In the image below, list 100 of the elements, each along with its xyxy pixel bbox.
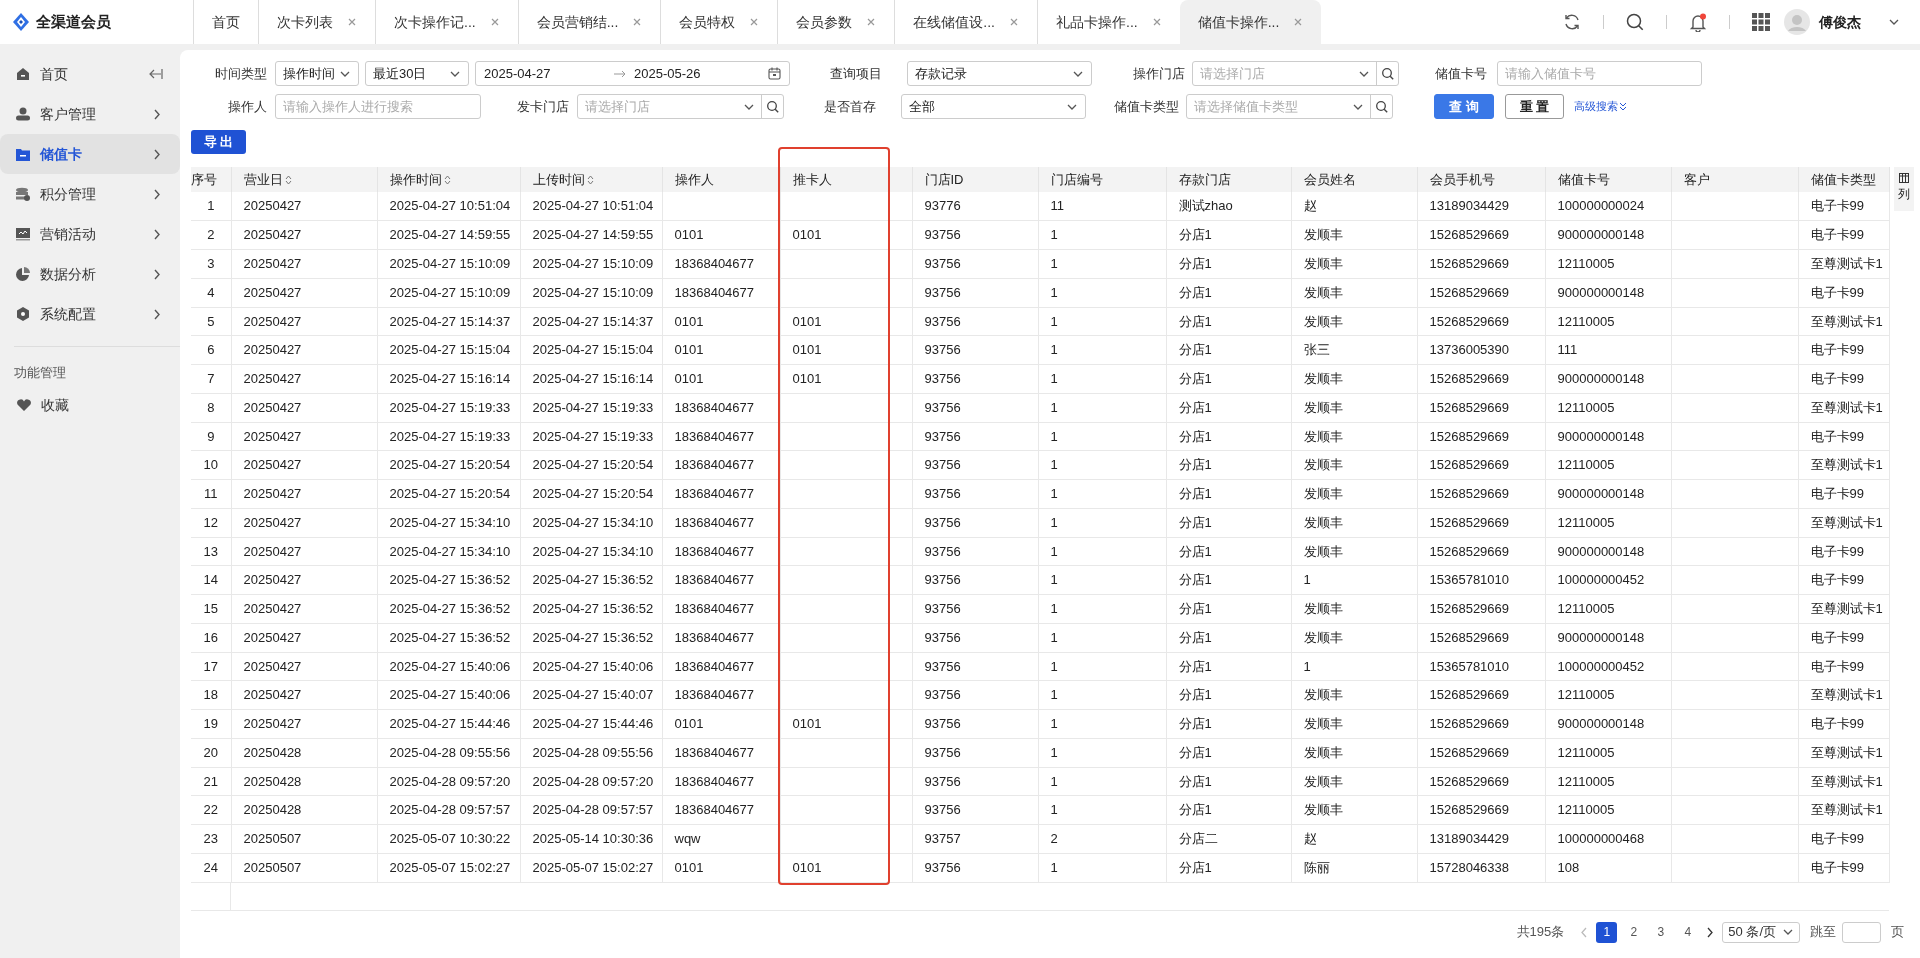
- table-cell: 2025-04-27 15:20:54: [520, 479, 662, 509]
- tab[interactable]: 会员营销结...: [517, 0, 661, 44]
- total-count: 共195条: [1516, 923, 1565, 942]
- page-input[interactable]: [1842, 921, 1881, 943]
- table-cell: 发顺丰: [1291, 422, 1417, 451]
- table-cell: 1: [1038, 709, 1166, 739]
- table-cell: 电子卡99: [1798, 192, 1889, 221]
- dropdown[interactable]: 操作时间: [275, 61, 359, 86]
- column-header[interactable]: 门店ID: [912, 167, 1038, 192]
- sidebar-item[interactable]: 收藏: [0, 385, 180, 425]
- column-header[interactable]: 上传时间: [520, 167, 662, 192]
- table-cell: 0101: [662, 709, 780, 739]
- table-cell: 2025-04-27 15:19:33: [377, 393, 520, 422]
- table-cell: 分店1: [1166, 594, 1291, 624]
- table-cell: 93756: [912, 537, 1038, 566]
- page-button[interactable]: 3: [1650, 921, 1672, 943]
- column-header[interactable]: 推卡人: [780, 167, 912, 192]
- sidebar-item[interactable]: 客户管理: [0, 94, 180, 134]
- close-icon: [749, 17, 760, 27]
- sidebar-item[interactable]: 系统配置: [0, 294, 180, 334]
- tab[interactable]: 储值卡操作...: [1179, 0, 1322, 44]
- table-cell: 分店二: [1166, 824, 1291, 854]
- table-cell: 分店1: [1166, 335, 1291, 365]
- table-cell: 20250427: [231, 192, 377, 221]
- column-header[interactable]: 储值卡号: [1545, 167, 1671, 192]
- column-settings-button[interactable]: 列: [1894, 167, 1914, 211]
- advanced-search-link[interactable]: 高级搜索: [1574, 98, 1628, 115]
- column-header[interactable]: 客户: [1671, 167, 1798, 192]
- sidebar-item[interactable]: 营销活动: [0, 214, 180, 254]
- table-cell: 2025-04-27 15:40:06: [377, 680, 520, 710]
- column-header[interactable]: 储值卡类型: [1798, 167, 1889, 192]
- table-cell: 电子卡99: [1798, 565, 1889, 595]
- tab[interactable]: 礼品卡操作...: [1037, 0, 1180, 44]
- tab[interactable]: 在线储值设...: [894, 0, 1037, 44]
- table-cell: 0101: [780, 335, 912, 365]
- column-header[interactable]: 存款门店: [1166, 167, 1291, 192]
- search-button[interactable]: 查 询: [1434, 94, 1494, 119]
- column-header[interactable]: 操作人: [662, 167, 780, 192]
- folder-icon: [16, 147, 30, 161]
- table-cell: 1: [1038, 680, 1166, 710]
- tab[interactable]: 首页: [193, 0, 258, 44]
- table-cell: 100000000024: [1545, 192, 1671, 221]
- tab[interactable]: 会员参数: [777, 0, 895, 44]
- sidebar-item[interactable]: 数据分析: [0, 254, 180, 294]
- table-cell: 0101: [780, 364, 912, 394]
- table-cell: 15: [191, 594, 231, 624]
- table-cell: 2025-04-28 09:55:56: [520, 738, 662, 767]
- input-field[interactable]: 请输入储值卡号: [1497, 61, 1702, 86]
- table-cell: 分店1: [1166, 565, 1291, 595]
- column-header[interactable]: 操作时间: [377, 167, 520, 192]
- table-cell: 发顺丰: [1291, 450, 1417, 480]
- column-header[interactable]: 门店编号: [1038, 167, 1166, 192]
- column-header[interactable]: 序号: [191, 167, 231, 192]
- table-cell: 12110005: [1545, 249, 1671, 279]
- tab[interactable]: 会员特权: [660, 0, 778, 44]
- page-size-dropdown[interactable]: 50 条/页: [1722, 921, 1800, 943]
- coin-stack-icon: [16, 187, 30, 201]
- column-header[interactable]: 营业日: [231, 167, 377, 192]
- sidebar-item[interactable]: 积分管理: [0, 174, 180, 214]
- table-cell: 20250427: [231, 652, 377, 681]
- dropdown[interactable]: 最近30日: [365, 61, 469, 86]
- table-cell: 1: [1038, 795, 1166, 825]
- chevron-right-icon: [151, 107, 163, 121]
- chevron-right-icon: [151, 227, 163, 241]
- sidebar-item[interactable]: 储值卡: [0, 134, 180, 174]
- table-cell: 12110005: [1545, 680, 1671, 710]
- table-cell: 13736005390: [1417, 335, 1545, 365]
- sidebar-item[interactable]: 首页: [0, 54, 180, 94]
- table-cell: 15268529669: [1417, 680, 1545, 710]
- page-button[interactable]: 1: [1596, 921, 1618, 943]
- column-header[interactable]: 会员手机号: [1417, 167, 1545, 192]
- table-cell: 发顺丰: [1291, 680, 1417, 710]
- table-cell: 至尊测试卡1: [1798, 307, 1889, 336]
- export-button[interactable]: 导 出: [191, 130, 246, 154]
- reset-button[interactable]: 重 置: [1504, 94, 1565, 119]
- table-cell: 15268529669: [1417, 450, 1545, 480]
- table-cell: 分店1: [1166, 508, 1291, 537]
- table-cell: 2025-04-28 09:57:57: [520, 795, 662, 825]
- table-cell: 发顺丰: [1291, 738, 1417, 767]
- table-cell: 2025-04-27 15:15:04: [377, 335, 520, 365]
- table-cell: 2025-04-28 09:57:20: [377, 767, 520, 796]
- table-cell: 2025-04-27 15:40:07: [520, 680, 662, 710]
- table-cell: 20250427: [231, 220, 377, 250]
- table-cell: 2025-04-27 15:15:04: [520, 335, 662, 365]
- table-cell: 2025-04-27 15:14:37: [377, 307, 520, 336]
- table-cell: 93756: [912, 795, 1038, 825]
- table-cell: 15268529669: [1417, 594, 1545, 624]
- table-cell: 分店1: [1166, 709, 1291, 739]
- dropdown[interactable]: 全部: [901, 94, 1086, 119]
- input-field[interactable]: 请输入操作人进行搜索: [275, 94, 481, 119]
- tab[interactable]: 次卡列表: [258, 0, 375, 44]
- page-button[interactable]: 4: [1677, 921, 1699, 943]
- user-icon: [16, 107, 30, 121]
- dropdown[interactable]: 存款记录: [907, 61, 1092, 86]
- date-range-field[interactable]: 2025-04-27 2025-05-26: [475, 61, 790, 86]
- tab[interactable]: 次卡操作记...: [375, 0, 518, 44]
- page-button[interactable]: 2: [1623, 921, 1645, 943]
- filter-label: 时间类型: [214, 64, 267, 83]
- column-header[interactable]: 会员姓名: [1291, 167, 1417, 192]
- table-cell: 2025-04-27 15:36:52: [377, 623, 520, 652]
